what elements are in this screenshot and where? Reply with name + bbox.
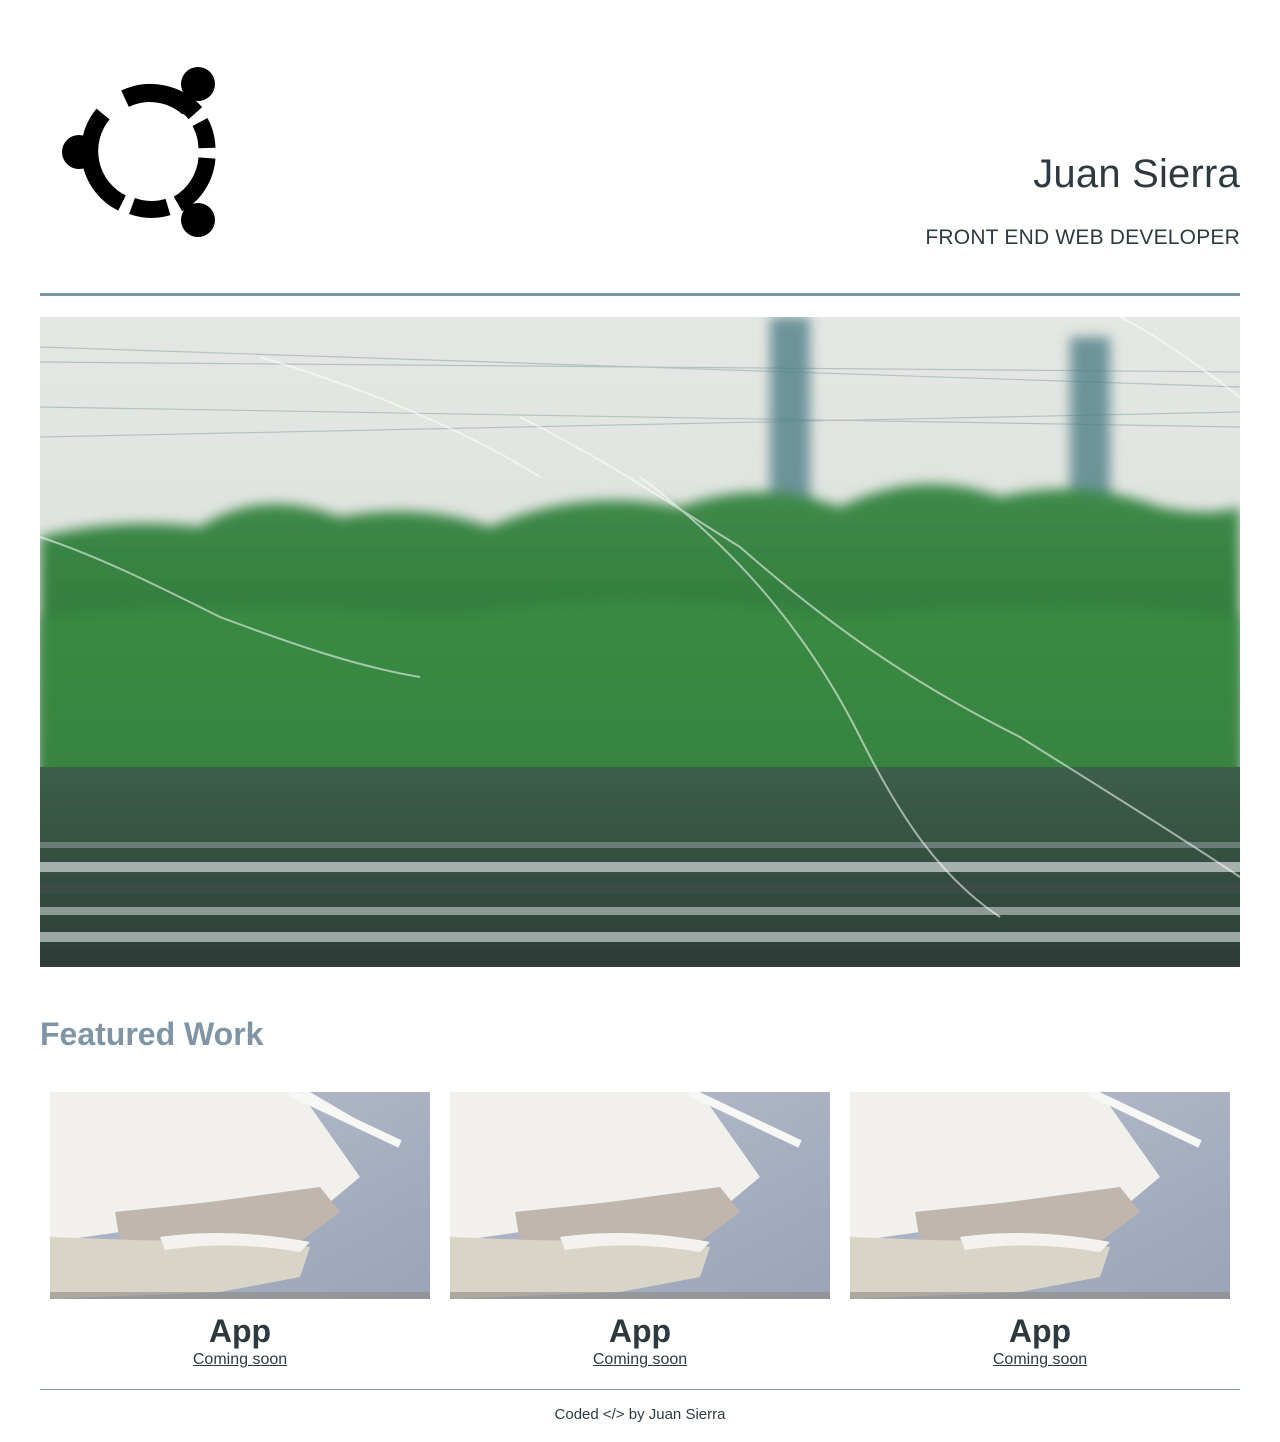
site-header: Juan Sierra FRONT END WEB DEVELOPER	[40, 0, 1240, 296]
header-divider	[40, 293, 1240, 296]
work-card-link[interactable]: Coming soon	[850, 1351, 1230, 1369]
work-card-link[interactable]: Coming soon	[450, 1351, 830, 1369]
work-card: App Coming soon	[850, 1092, 1230, 1382]
featured-work-heading: Featured Work	[40, 1016, 264, 1052]
ubuntu-logo-icon	[60, 62, 240, 242]
featured-work-list: App Coming soon App Coming soon App Comi…	[40, 1092, 1240, 1382]
work-card-link[interactable]: Coming soon	[50, 1351, 430, 1369]
page-container: Juan Sierra FRONT END WEB DEVELOPER Feat…	[40, 0, 1240, 1442]
work-card: App Coming soon	[450, 1092, 830, 1382]
work-card-image	[450, 1092, 830, 1299]
hero-image	[40, 317, 1240, 967]
work-card-image	[50, 1092, 430, 1299]
work-card: App Coming soon	[50, 1092, 430, 1382]
work-card-title: App	[1008, 1313, 1072, 1349]
footer-divider	[40, 1389, 1240, 1390]
footer-credit: Coded </> by Juan Sierra	[554, 1406, 726, 1423]
work-card-title: App	[208, 1313, 272, 1349]
site-owner-role: FRONT END WEB DEVELOPER	[925, 226, 1240, 249]
site-owner-name: Juan Sierra	[1033, 152, 1240, 196]
work-card-title: App	[608, 1313, 672, 1349]
work-card-image	[850, 1092, 1230, 1299]
